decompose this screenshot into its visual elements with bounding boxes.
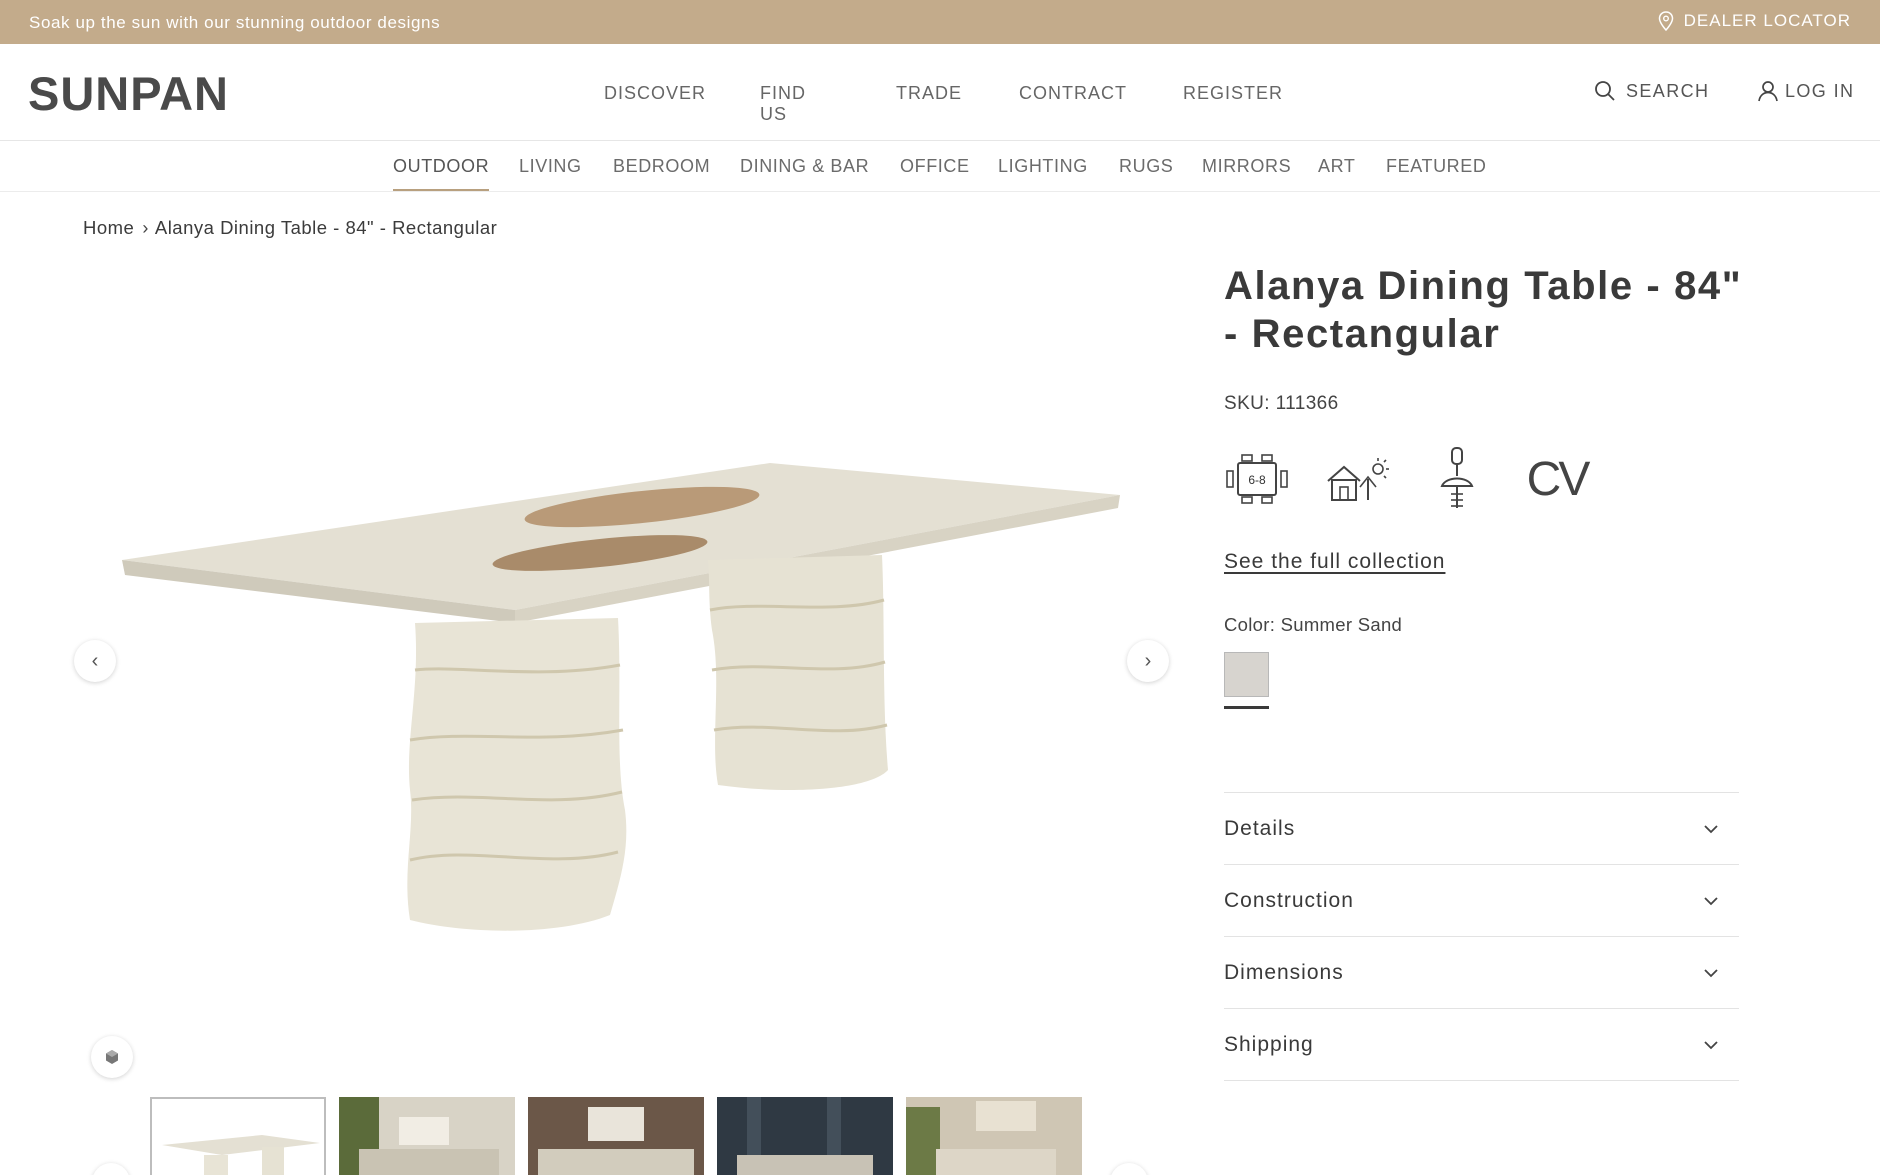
thumbnail-3[interactable] xyxy=(528,1097,704,1175)
announcement-bar: Soak up the sun with our stunning outdoo… xyxy=(0,0,1880,44)
category-mirrors[interactable]: MIRRORS xyxy=(1202,156,1291,177)
category-nav: OUTDOOR LIVING BEDROOM DINING & BAR OFFI… xyxy=(0,141,1880,192)
category-office[interactable]: OFFICE xyxy=(900,156,970,177)
accordion-shipping-label: Shipping xyxy=(1224,1032,1314,1056)
category-outdoor[interactable]: OUTDOOR xyxy=(393,156,490,191)
location-pin-icon xyxy=(1658,11,1673,31)
product-accordion: Details Construction Dimensions Shipping xyxy=(1224,792,1739,1081)
gallery-next-button[interactable]: › xyxy=(1127,640,1169,682)
feature-badges: 6-8 CV xyxy=(1224,446,1590,512)
thumbnail-prev-button[interactable]: ‹ xyxy=(92,1163,130,1175)
selected-swatch-indicator xyxy=(1224,706,1269,709)
accordion-construction[interactable]: Construction xyxy=(1224,865,1739,937)
site-header: SUNPAN DISCOVER FIND US TRADE CONTRACT R… xyxy=(0,44,1880,141)
cv-icon: CV xyxy=(1526,452,1591,506)
accordion-details-label: Details xyxy=(1224,816,1296,840)
product-title: Alanya Dining Table - 84" - Rectangular xyxy=(1224,264,1743,356)
category-art[interactable]: ART xyxy=(1318,156,1355,177)
thumbnail-next-button[interactable]: › xyxy=(1110,1163,1148,1175)
product-sku: SKU: 111366 xyxy=(1224,393,1339,414)
chevron-down-icon xyxy=(1704,896,1718,905)
category-featured[interactable]: FEATURED xyxy=(1386,156,1486,177)
gallery-prev-button[interactable]: ‹ xyxy=(74,640,116,682)
thumbnail-2[interactable] xyxy=(339,1097,515,1175)
category-rugs[interactable]: RUGS xyxy=(1119,156,1173,177)
chevron-right-icon: › xyxy=(1126,1171,1133,1175)
breadcrumb: Home › Alanya Dining Table - 84" - Recta… xyxy=(83,217,497,239)
breadcrumb-current: Alanya Dining Table - 84" - Rectangular xyxy=(154,217,498,238)
login-label: LOG IN xyxy=(1785,80,1855,101)
announcement-text: Soak up the sun with our stunning outdoo… xyxy=(29,13,441,32)
chevron-left-icon: ‹ xyxy=(108,1171,115,1175)
cube-icon xyxy=(106,1050,118,1064)
category-lighting[interactable]: LIGHTING xyxy=(998,156,1088,177)
nav-trade[interactable]: TRADE xyxy=(896,83,962,104)
thumbnail-5[interactable] xyxy=(906,1097,1082,1175)
sunpan-logo[interactable]: SUNPAN xyxy=(28,66,229,121)
search-icon xyxy=(1595,81,1615,101)
thumbnail-4[interactable] xyxy=(717,1097,893,1175)
user-icon xyxy=(1758,81,1778,102)
accordion-dimensions[interactable]: Dimensions xyxy=(1224,937,1739,1009)
nav-register[interactable]: REGISTER xyxy=(1183,83,1283,104)
chevron-down-icon xyxy=(1704,1040,1718,1049)
login-button[interactable]: LOG IN xyxy=(1757,80,1854,102)
svg-text:6-8: 6-8 xyxy=(1248,473,1266,487)
accordion-shipping[interactable]: Shipping xyxy=(1224,1009,1739,1081)
thumbnail-1[interactable] xyxy=(150,1097,326,1175)
lamp-icon xyxy=(1424,446,1490,512)
nav-contract[interactable]: CONTRACT xyxy=(1019,83,1127,104)
thumbnail-strip xyxy=(150,1097,1082,1175)
seats-6-8-icon: 6-8 xyxy=(1224,446,1290,512)
product-image xyxy=(122,463,1120,931)
category-bedroom[interactable]: BEDROOM xyxy=(613,156,710,177)
dealer-locator-label: DEALER LOCATOR xyxy=(1683,11,1851,30)
color-swatch-summer-sand[interactable] xyxy=(1224,652,1269,697)
nav-discover[interactable]: DISCOVER xyxy=(604,83,706,104)
chevron-left-icon: ‹ xyxy=(91,649,99,672)
breadcrumb-home[interactable]: Home xyxy=(83,217,134,239)
outdoor-icon xyxy=(1324,446,1390,512)
search-button[interactable]: SEARCH xyxy=(1594,80,1709,102)
accordion-construction-label: Construction xyxy=(1224,888,1354,912)
chevron-right-icon: › xyxy=(142,217,149,238)
accordion-dimensions-label: Dimensions xyxy=(1224,960,1344,984)
chevron-right-icon: › xyxy=(1144,649,1152,672)
chevron-down-icon xyxy=(1704,968,1718,977)
search-label: SEARCH xyxy=(1626,80,1710,101)
accordion-details[interactable]: Details xyxy=(1224,793,1739,865)
view-in-3d-button[interactable] xyxy=(91,1036,133,1078)
color-label: Color: Summer Sand xyxy=(1224,614,1403,635)
category-living[interactable]: LIVING xyxy=(519,156,582,177)
dealer-locator-link[interactable]: DEALER LOCATOR xyxy=(1658,11,1851,31)
category-dining-bar[interactable]: DINING & BAR xyxy=(740,156,869,177)
nav-find-us[interactable]: FIND US xyxy=(760,83,806,125)
chevron-down-icon xyxy=(1704,824,1718,833)
full-collection-link[interactable]: See the full collection xyxy=(1224,550,1445,574)
